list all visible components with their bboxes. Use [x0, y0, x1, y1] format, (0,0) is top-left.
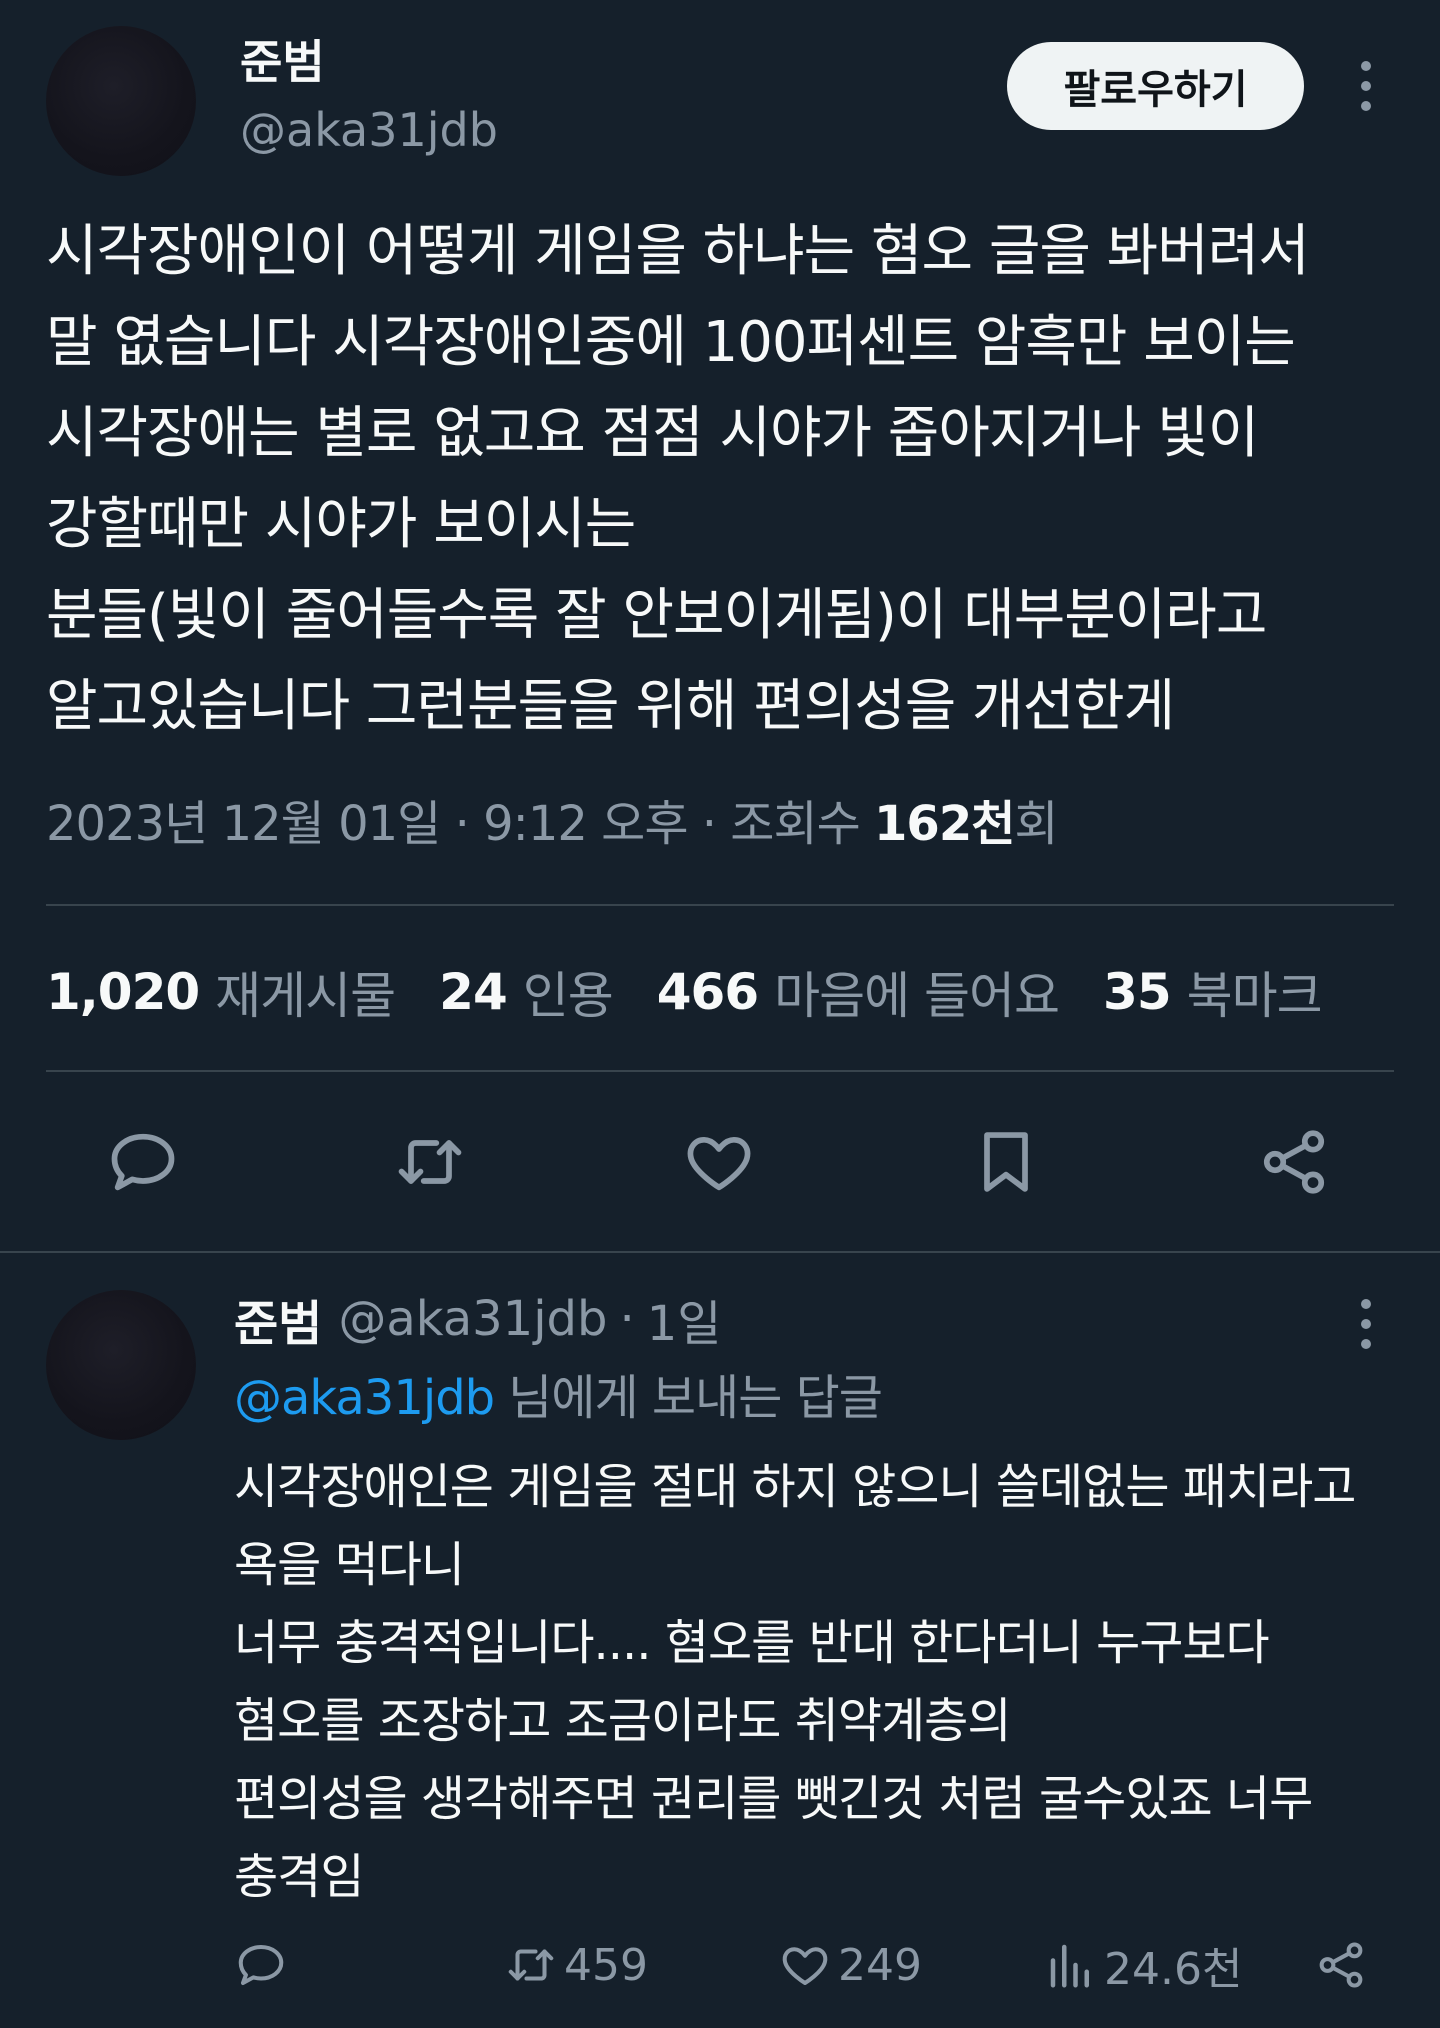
- replying-mention[interactable]: @aka31jdb: [234, 1370, 495, 1426]
- like-icon: [782, 1947, 828, 1986]
- views-suffix: 회: [1014, 796, 1058, 852]
- retweet-icon: [508, 1949, 554, 1981]
- share-icon: [1319, 1942, 1363, 1988]
- reply-time[interactable]: 1일: [647, 1284, 722, 1354]
- avatar[interactable]: [46, 26, 196, 176]
- views-count: 162천: [874, 796, 1015, 852]
- tweet-text-line: 강할때만 시야가 보이시는: [46, 492, 636, 557]
- share-button[interactable]: [1314, 1930, 1374, 2000]
- reply-author-handle[interactable]: @aka31jdb: [338, 1291, 607, 1347]
- reply-header: 준범 @aka31jdb · 1일: [234, 1290, 721, 1352]
- stat-likes[interactable]: 466 마음에 들어요: [656, 956, 1060, 1028]
- reply-text-line: 욕을 먹다니: [234, 1537, 465, 1593]
- reply-action-bar: 459 249 24.6천: [234, 1930, 1394, 2000]
- tweet-text-line: 말 엾습니다 시각장애인중에 100퍼센트 암흑만 보이는: [46, 310, 1296, 375]
- meta-separator: ·: [619, 1291, 635, 1347]
- stat-label: 인용: [522, 967, 614, 1025]
- stat-bookmarks[interactable]: 35 북마크: [1103, 956, 1323, 1028]
- tweet-text-line: 분들(빛이 줄어들수록 잘 안보이게됨)이 대부분이라고: [46, 583, 1267, 648]
- bookmark-icon[interactable]: [968, 1124, 1044, 1200]
- reply-text-line: 충격임: [234, 1849, 364, 1905]
- reply-author-name[interactable]: 준범: [234, 1284, 322, 1354]
- retweet-icon[interactable]: [392, 1124, 468, 1200]
- meta-separator: ·: [701, 796, 717, 852]
- like-button[interactable]: 249: [778, 1930, 922, 2000]
- tweet-detail-page: 준범 @aka31jdb 팔로우하기 시각장애인이 어떻게 게임을 하냐는 혐오…: [0, 0, 1440, 2028]
- avatar[interactable]: [46, 1290, 196, 1440]
- reply-text-line: 편의성을 생각해주면 권리를 뺏긴것 처럼 굴수있죠 너무: [234, 1771, 1313, 1827]
- tweet-time[interactable]: 9:12 오후: [483, 796, 688, 852]
- stat-value: 24: [439, 963, 508, 1021]
- tweet-text-line: 시각장애인이 어떻게 게임을 하냐는 혐오 글을 봐버려서: [46, 219, 1310, 284]
- tweet-meta: 2023년 12월 01일 · 9:12 오후 · 조회수 162천회: [46, 794, 1059, 854]
- stat-value: 1,020: [46, 963, 200, 1021]
- reply-icon: [238, 1944, 284, 1986]
- retweet-button[interactable]: 459: [504, 1930, 648, 2000]
- analytics-icon: [1050, 1944, 1089, 1988]
- stat-value: 35: [1103, 963, 1172, 1021]
- views-count: 24.6천: [1104, 1944, 1243, 1995]
- stat-label: 북마크: [1186, 967, 1323, 1025]
- reply-text-line: 너무 충격적입니다.... 혐오를 반대 한다더니 누구보다: [234, 1615, 1270, 1671]
- reply-text-line: 시각장애인은 게임을 절대 하지 않으니 쓸데없는 패치라고: [234, 1459, 1356, 1515]
- reply-text-line: 혐오를 조장하고 조금이라도 취약계층의: [234, 1693, 1012, 1749]
- tweet-stats: 1,020 재게시물 24 인용 466 마음에 들어요 35 북마크: [46, 962, 1366, 1025]
- more-options-icon[interactable]: [1346, 1296, 1386, 1352]
- author-handle[interactable]: @aka31jdb: [240, 102, 498, 158]
- divider: [0, 1251, 1440, 1253]
- like-icon[interactable]: [681, 1124, 757, 1200]
- stat-value: 466: [656, 963, 759, 1021]
- reply-icon[interactable]: [105, 1124, 181, 1200]
- share-icon[interactable]: [1256, 1124, 1332, 1200]
- stat-reposts[interactable]: 1,020 재게시물: [46, 956, 396, 1028]
- divider: [46, 1070, 1394, 1072]
- replying-text: 님에게 보내는 답글: [508, 1370, 883, 1426]
- views-button[interactable]: 24.6천: [1044, 1930, 1242, 2000]
- stat-label: 마음에 들어요: [774, 967, 1060, 1025]
- reply-button[interactable]: [234, 1930, 294, 2000]
- tweet-text-line: 시각장애는 별로 없고요 점점 시야가 좁아지거나 빛이: [46, 401, 1259, 466]
- replying-to: @aka31jdb 님에게 보내는 답글: [234, 1368, 883, 1428]
- reply-text: 시각장애인은 게임을 절대 하지 않으니 쓸데없는 패치라고 욕을 먹다니 너무…: [234, 1448, 1414, 1916]
- meta-separator: ·: [454, 796, 470, 852]
- follow-button[interactable]: 팔로우하기: [1007, 42, 1304, 130]
- retweet-count: 459: [564, 1939, 648, 1991]
- tweet-text-line: 알고있습니다 그런분들을 위해 편의성을 개선한게: [46, 674, 1175, 739]
- views-label: 조회수: [730, 796, 860, 852]
- tweet-date[interactable]: 2023년 12월 01일: [46, 796, 441, 852]
- tweet-text: 시각장애인이 어떻게 게임을 하냐는 혐오 글을 봐버려서 말 엾습니다 시각장…: [46, 206, 1406, 752]
- like-count: 249: [838, 1939, 922, 1991]
- stat-quotes[interactable]: 24 인용: [439, 956, 614, 1028]
- more-options-icon[interactable]: [1346, 58, 1386, 114]
- author-name[interactable]: 준범: [240, 34, 325, 90]
- stat-label: 재게시물: [215, 967, 396, 1025]
- divider: [46, 904, 1394, 906]
